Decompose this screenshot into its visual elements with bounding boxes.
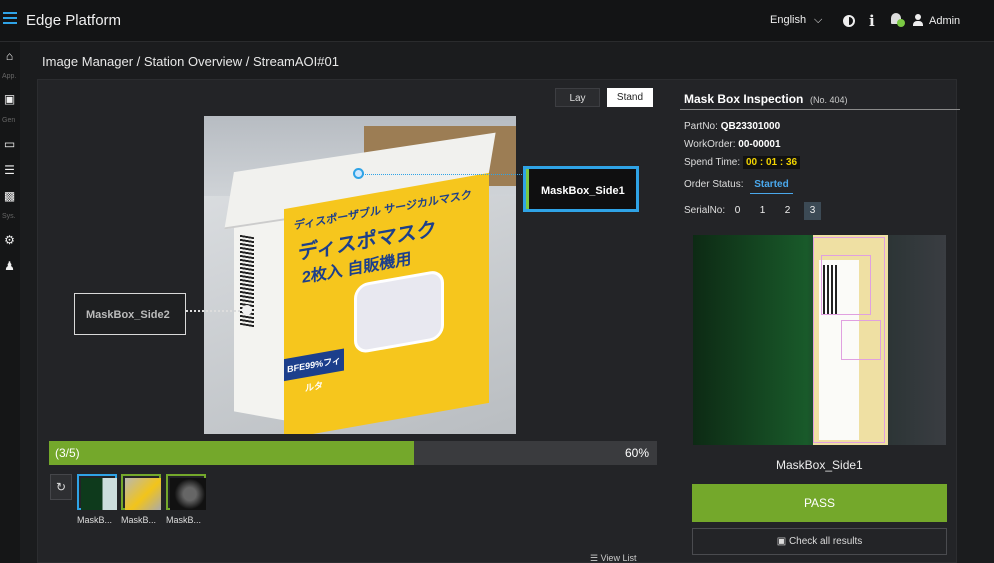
callout-line-side1 [358,174,524,175]
progress-percent: 60% [624,446,649,460]
thumbnail-3[interactable] [166,474,206,510]
sidebar-label-sys: Sys. [2,213,16,220]
callout-maskbox-side2[interactable]: MaskBox_Side2 [74,293,186,335]
app-title: Edge Platform [26,12,122,29]
callout-maskbox-side1[interactable]: MaskBox_Side1 [523,166,639,212]
progress-count: (3/5) [55,446,80,460]
thumbnail-image [170,478,206,510]
part-no-value: QB23301000 [720,121,781,132]
result-image [693,235,946,445]
list-icon: ☰ [590,553,599,563]
person-icon[interactable]: ♟ [3,260,16,273]
lay-toggle-button[interactable]: Lay [555,88,600,107]
inspection-photo: ディスポーザブル サージカルマスク ディスポマスク 2枚入 自販機用 BFE99… [204,116,516,434]
thumbnail-image [81,478,117,510]
breadcrumb: Image Manager / Station Overview / Strea… [42,54,339,69]
callout-label-side1: MaskBox_Side1 [541,185,625,197]
detection-box [841,320,881,360]
refresh-button[interactable]: ↻ [50,474,72,500]
menu-icon[interactable] [3,12,17,26]
thumbnail-label: MaskB... [77,515,113,525]
chevron-down-icon[interactable]: ⌵ [814,14,822,27]
inspection-number: (No. 404) [810,95,848,105]
image-icon: ▣ [776,536,787,547]
mask-illustration [354,268,444,355]
top-bar: Edge Platform English ⌵ i Admin [0,0,994,42]
order-status-label: Order Status: [684,179,744,190]
work-order-label: WorkOrder: [684,139,736,150]
box-front-panel: ディスポーザブル サージカルマスク ディスポマスク 2枚入 自販機用 BFE99… [284,172,489,434]
serial-label: SerialNo: [684,205,726,216]
image-icon[interactable]: ▣ [3,93,16,106]
sidebar: ⌂ App. ▣ Gen ▭ ☰ ▩ Sys. ⚙ ♟ [0,42,20,563]
check-all-label: Check all results [788,536,863,547]
refresh-icon: ↻ [55,480,67,494]
gear-icon[interactable]: ⚙ [3,234,16,247]
view-list-link[interactable]: ☰ View List [590,553,636,563]
work-order-row: WorkOrder: 00-00001 [684,139,781,150]
callout-line-side2 [186,310,244,312]
sidebar-label-gen: Gen [2,117,16,124]
user-icon[interactable] [913,14,923,26]
serial-3-button[interactable]: 3 [804,202,821,220]
thumbnail-1[interactable] [77,474,117,510]
order-status-row: Order Status: Started [684,179,793,194]
box-print-badge: BFE99%フィルタ [284,348,344,393]
contrast-icon[interactable] [843,15,855,27]
bar-chart-icon[interactable]: ▩ [3,190,16,203]
check-all-results-button[interactable]: ▣ Check all results [692,528,947,555]
order-status-value: Started [750,179,793,194]
spend-time-value: 00 : 01 : 36 [742,156,801,169]
monitor-icon[interactable]: ▭ [3,138,16,151]
pass-button[interactable]: PASS [692,484,947,522]
spend-time-row: Spend Time: 00 : 01 : 36 [684,156,801,169]
list-icon[interactable]: ☰ [3,164,16,177]
language-select[interactable]: English [770,14,806,26]
detection-box [821,255,871,315]
thumbnail-label: MaskB... [166,515,202,525]
spend-time-label: Spend Time: [684,157,741,168]
work-order-value: 00-00001 [738,139,781,150]
sidebar-label-app: App. [2,73,17,80]
progress-fill [49,441,414,465]
user-name[interactable]: Admin [929,15,960,27]
title-divider [680,109,960,110]
thumbnail-2[interactable] [121,474,161,510]
callout-anchor-side2[interactable] [242,305,252,315]
part-no-row: PartNo: QB23301000 [684,121,780,132]
serial-2-button[interactable]: 2 [779,202,796,220]
part-no-label: PartNo: [684,121,718,132]
view-list-label: View List [600,553,637,563]
notification-bell-icon[interactable] [890,13,905,27]
info-icon[interactable]: i [869,12,875,30]
thumbnail-label: MaskB... [121,515,157,525]
progress-bar: (3/5) 60% [49,441,657,465]
inspection-title: Mask Box Inspection [684,92,804,106]
callout-label-side2: MaskBox_Side2 [86,309,170,321]
serial-1-button[interactable]: 1 [754,202,771,220]
thumbnail-image [125,478,161,510]
callout-anchor-side1[interactable] [353,168,364,179]
home-icon[interactable]: ⌂ [3,50,16,63]
stand-toggle-button[interactable]: Stand [607,88,653,107]
callout-accent-bar [526,169,529,209]
result-image-caption: MaskBox_Side1 [776,458,863,472]
serial-0-button[interactable]: 0 [729,202,746,220]
